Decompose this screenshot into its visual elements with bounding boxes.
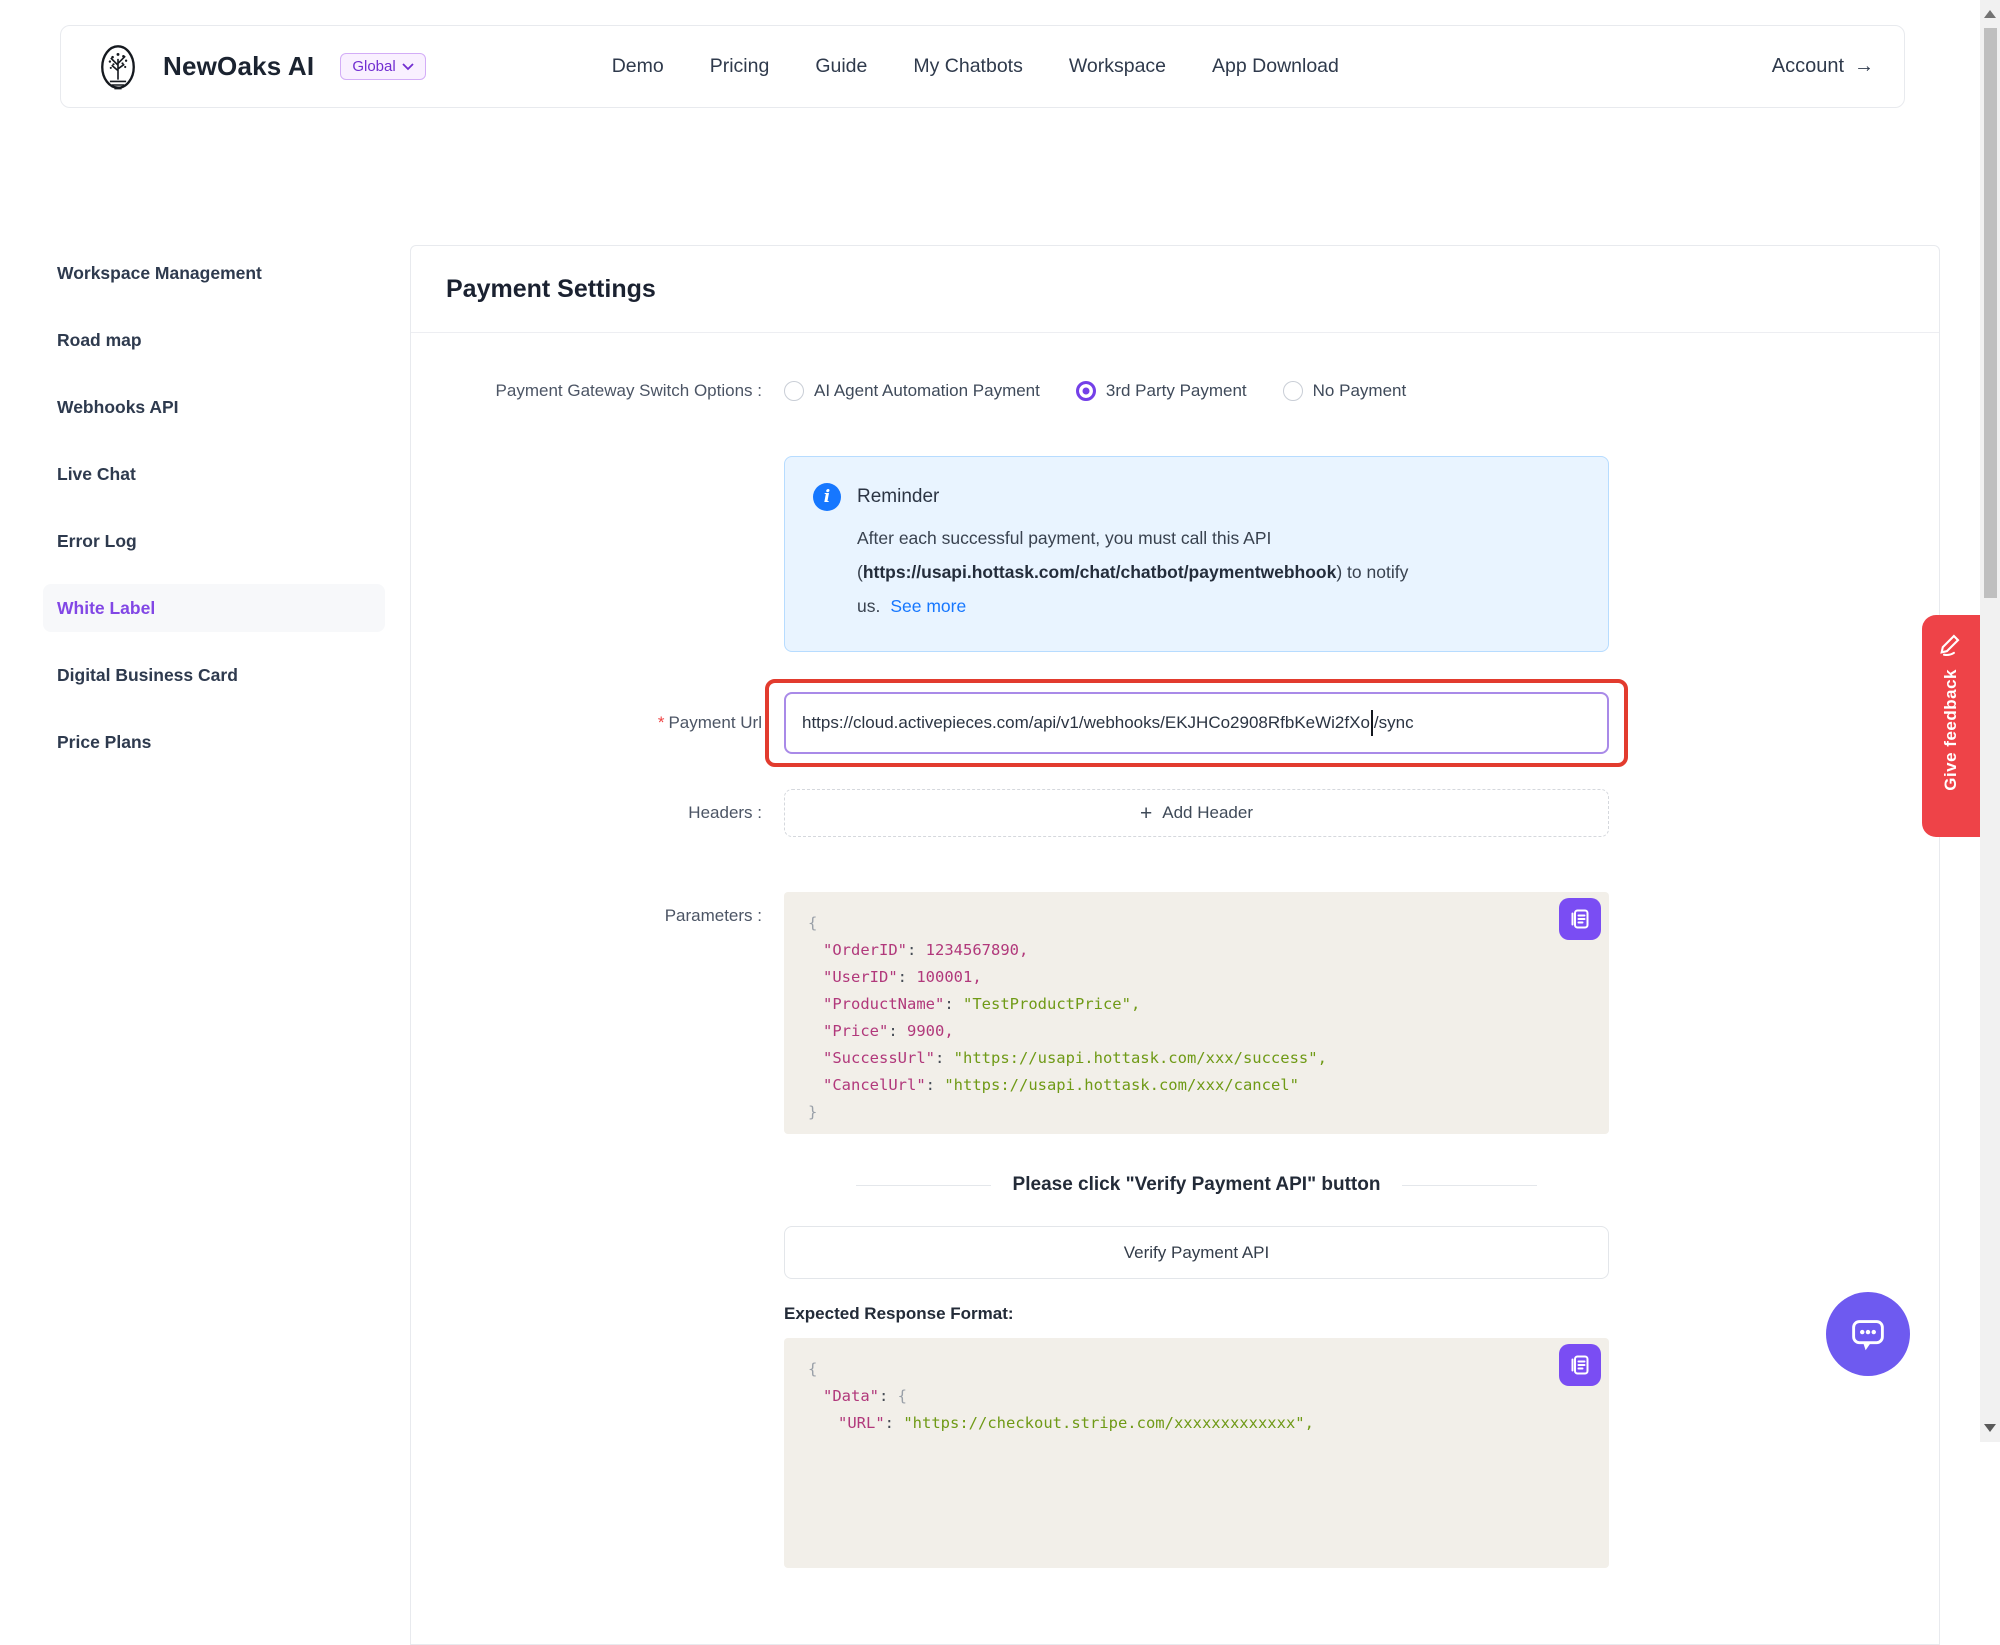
- code-line: "Price": 9900,: [808, 1018, 1585, 1045]
- brand-name: NewOaks AI: [163, 51, 314, 82]
- sidebar-item-live-chat[interactable]: Live Chat: [43, 450, 385, 498]
- scroll-down-arrow-icon[interactable]: [1984, 1424, 1996, 1432]
- webhook-api-url: https://usapi.hottask.com/chat/chatbot/p…: [863, 562, 1337, 582]
- payment-settings-panel: Payment Settings Payment Gateway Switch …: [410, 245, 1940, 1645]
- radio-label: AI Agent Automation Payment: [814, 381, 1040, 401]
- gateway-switch-label: Payment Gateway Switch Options :: [411, 381, 774, 401]
- top-navigation-bar: NewOaks AI Global Demo Pricing Guide My …: [60, 25, 1905, 108]
- verify-divider: Please click "Verify Payment API" button: [784, 1172, 1609, 1198]
- radio-label: No Payment: [1313, 381, 1407, 401]
- nav-item-guide[interactable]: Guide: [815, 55, 867, 78]
- sidebar-item-webhooks-api[interactable]: Webhooks API: [43, 383, 385, 431]
- code-line: {: [808, 1356, 1585, 1383]
- scrollbar-thumb[interactable]: [1984, 28, 1997, 598]
- code-line: "CancelUrl": "https://usapi.hottask.com/…: [808, 1072, 1585, 1099]
- parameters-code-block: { "OrderID": 1234567890, "UserID": 10000…: [784, 892, 1609, 1134]
- headers-label: Headers :: [411, 803, 774, 823]
- sidebar-item-workspace-management[interactable]: Workspace Management: [43, 249, 385, 297]
- gateway-radio-group: AI Agent Automation Payment 3rd Party Pa…: [784, 381, 1609, 401]
- sidebar-item-error-log[interactable]: Error Log: [43, 517, 385, 565]
- nav-item-demo[interactable]: Demo: [612, 55, 664, 78]
- see-more-link[interactable]: See more: [890, 596, 966, 616]
- sidebar-item-price-plans[interactable]: Price Plans: [43, 718, 385, 766]
- radio-label: 3rd Party Payment: [1106, 381, 1247, 401]
- text-caret: [1371, 710, 1373, 736]
- info-icon: i: [813, 483, 841, 511]
- sidebar-item-white-label[interactable]: White Label: [43, 584, 385, 632]
- newoaks-logo-icon: [91, 38, 145, 96]
- radio-3rd-party-payment[interactable]: 3rd Party Payment: [1076, 381, 1247, 401]
- copy-icon[interactable]: [1559, 898, 1601, 940]
- verify-hint-text: Please click "Verify Payment API" button: [1013, 1174, 1381, 1196]
- panel-header: Payment Settings: [411, 246, 1939, 333]
- sidebar-item-digital-business-card[interactable]: Digital Business Card: [43, 651, 385, 699]
- code-line: "OrderID": 1234567890,: [808, 937, 1585, 964]
- give-feedback-tab[interactable]: Give feedback: [1922, 615, 1980, 837]
- account-link[interactable]: Account →: [1772, 55, 1874, 78]
- verify-section: Please click "Verify Payment API" button…: [411, 1134, 1939, 1568]
- arrow-right-icon: →: [1854, 55, 1874, 78]
- expected-response-format-label: Expected Response Format:: [784, 1304, 1609, 1324]
- add-header-button[interactable]: + Add Header: [784, 789, 1609, 837]
- plus-icon: +: [1140, 803, 1152, 824]
- sidebar: Workspace Management Road map Webhooks A…: [43, 249, 385, 785]
- code-line: {: [808, 910, 1585, 937]
- payment-url-label: *Payment Url: [411, 713, 774, 733]
- reminder-title: Reminder: [857, 486, 939, 508]
- scroll-up-arrow-icon[interactable]: [1984, 10, 1996, 18]
- region-selector[interactable]: Global: [340, 53, 425, 80]
- radio-circle-icon: [1283, 381, 1303, 401]
- verify-payment-api-button[interactable]: Verify Payment API: [784, 1226, 1609, 1279]
- payment-url-input[interactable]: https://cloud.activepieces.com/api/v1/we…: [784, 692, 1609, 754]
- account-label: Account: [1772, 55, 1844, 78]
- page-title: Payment Settings: [446, 275, 656, 304]
- required-asterisk: *: [658, 713, 665, 732]
- divider-line: [856, 1185, 991, 1186]
- nav-item-pricing[interactable]: Pricing: [710, 55, 770, 78]
- radio-circle-icon: [784, 381, 804, 401]
- nav-item-workspace[interactable]: Workspace: [1069, 55, 1166, 78]
- code-line: "URL": "https://checkout.stripe.com/xxxx…: [808, 1410, 1585, 1437]
- radio-circle-selected-icon: [1076, 381, 1096, 401]
- code-line: "UserID": 100001,: [808, 964, 1585, 991]
- brand: NewOaks AI Global: [91, 38, 426, 96]
- code-line: "Data": {: [808, 1383, 1585, 1410]
- nav-item-my-chatbots[interactable]: My Chatbots: [913, 55, 1022, 78]
- add-header-label: Add Header: [1162, 803, 1253, 823]
- code-line: "ProductName": "TestProductPrice",: [808, 991, 1585, 1018]
- gateway-switch-row: Payment Gateway Switch Options : AI Agen…: [411, 376, 1939, 406]
- url-value-before-caret: https://cloud.activepieces.com/api/v1/we…: [802, 713, 1370, 733]
- url-value-after-caret: /sync: [1374, 713, 1414, 733]
- nav-item-app-download[interactable]: App Download: [1212, 55, 1339, 78]
- divider-line: [1402, 1185, 1537, 1186]
- parameters-label: Parameters :: [411, 892, 774, 1134]
- code-line: "SuccessUrl": "https://usapi.hottask.com…: [808, 1045, 1585, 1072]
- give-feedback-label: Give feedback: [1941, 669, 1961, 791]
- pencil-icon: [1937, 629, 1965, 657]
- chevron-down-icon: [402, 63, 414, 71]
- copy-icon[interactable]: [1559, 1344, 1601, 1386]
- code-line: }: [808, 1099, 1585, 1126]
- parameters-row: Parameters : { "OrderID": 1234567890, "U…: [411, 892, 1939, 1134]
- chat-bubble-icon: [1845, 1311, 1891, 1357]
- payment-url-row: *Payment Url https://cloud.activepieces.…: [411, 692, 1939, 754]
- chat-widget-button[interactable]: [1826, 1292, 1910, 1376]
- main-nav: Demo Pricing Guide My Chatbots Workspace…: [612, 55, 1339, 78]
- radio-ai-agent-automation-payment[interactable]: AI Agent Automation Payment: [784, 381, 1040, 401]
- expected-response-code-block: { "Data": { "URL": "https://checkout.str…: [784, 1338, 1609, 1568]
- reminder-alert: i Reminder After each successful payment…: [784, 456, 1609, 652]
- sidebar-item-road-map[interactable]: Road map: [43, 316, 385, 364]
- radio-no-payment[interactable]: No Payment: [1283, 381, 1407, 401]
- reminder-row: i Reminder After each successful payment…: [411, 456, 1939, 652]
- region-label: Global: [352, 58, 395, 75]
- reminder-body: After each successful payment, you must …: [857, 521, 1580, 623]
- vertical-scrollbar[interactable]: [1980, 0, 2000, 1442]
- headers-row: Headers : + Add Header: [411, 789, 1939, 837]
